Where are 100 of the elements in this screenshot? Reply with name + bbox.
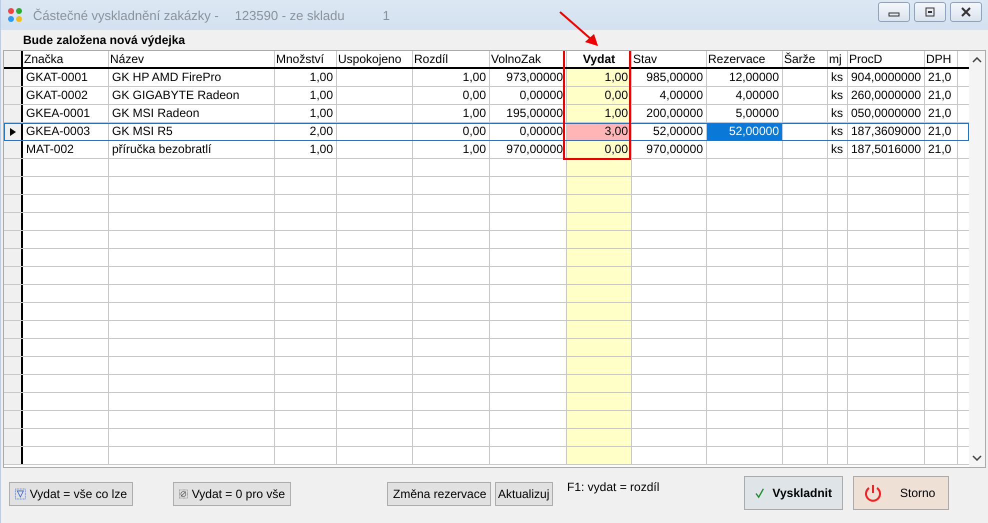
row-header[interactable] [4, 123, 23, 140]
table-cell: ks [828, 105, 848, 122]
table-cell: GK MSI R5 [109, 123, 275, 140]
order-count: 1 [382, 8, 390, 22]
table-cell: 1,00 [275, 105, 337, 122]
maximize-icon [924, 7, 936, 17]
column-header[interactable]: Uspokojeno [337, 51, 413, 67]
order-number: 123590 - ze skladu [234, 8, 345, 22]
table-cell: 52,00000 [707, 123, 783, 140]
table-cell: 21,0 [925, 87, 958, 104]
table-cell: ks [828, 69, 848, 86]
column-header[interactable]: Značka [23, 51, 109, 67]
filter-icon [15, 487, 26, 501]
empty-set-icon [179, 487, 188, 501]
table-cell: ks [828, 87, 848, 104]
table-cell: 260,0000000 [848, 87, 925, 104]
table-cell: 1,00 [567, 105, 632, 122]
row-header [4, 195, 23, 212]
change-reservation-button[interactable]: Změna rezervace [387, 482, 491, 506]
table-cell: 904,0000000 [848, 69, 925, 86]
table-cell: 21,0 [925, 123, 958, 140]
table-cell: 4,00000 [707, 87, 783, 104]
table-cell: 0,00 [413, 87, 490, 104]
table-cell: 1,00 [413, 105, 490, 122]
row-header [4, 231, 23, 248]
row-header [4, 357, 23, 374]
window-title: Částečné vyskladnění zakázky - [33, 8, 219, 22]
table-cell: 4,00000 [632, 87, 707, 104]
maximize-button[interactable] [914, 2, 946, 22]
column-header[interactable]: Název [109, 51, 275, 67]
scrollbar[interactable] [969, 51, 985, 467]
column-header[interactable]: mj [828, 51, 848, 67]
table-cell: 21,0 [925, 141, 958, 158]
issue-zero-button[interactable]: Vydat = 0 pro vše [173, 482, 291, 506]
column-header[interactable]: Množství [275, 51, 337, 67]
row-header [4, 213, 23, 230]
column-header[interactable]: Rozdíl [413, 51, 490, 67]
column-header[interactable]: ProcD [848, 51, 925, 67]
row-header [4, 393, 23, 410]
cancel-button[interactable]: Storno [853, 476, 949, 510]
column-header[interactable]: Stav [632, 51, 707, 67]
info-heading: Bude založena nová výdejka [22, 32, 186, 49]
column-header[interactable]: Rezervace [707, 51, 783, 67]
row-header [4, 303, 23, 320]
table-cell: ks [828, 141, 848, 158]
table-cell: 1,00 [413, 69, 490, 86]
shortcut-hint: F1: vydat = rozdíl [567, 480, 660, 494]
row-header[interactable] [4, 69, 23, 86]
table-cell: 0,00 [567, 141, 632, 158]
table-cell: GK GIGABYTE Radeon [109, 87, 275, 104]
table-cell: 985,00000 [632, 69, 707, 86]
close-icon [960, 7, 972, 17]
row-header [4, 267, 23, 284]
table-cell: 1,00 [567, 69, 632, 86]
refresh-button[interactable]: Aktualizuj [495, 482, 553, 506]
row-header [4, 159, 23, 176]
issue-all-button[interactable]: Vydat = vše co lze [9, 482, 133, 506]
table-cell: 970,00000 [632, 141, 707, 158]
table-cell: GKAT-0002 [23, 87, 109, 104]
table-cell: GK HP AMD FirePro [109, 69, 275, 86]
table-cell: GKEA-0003 [23, 123, 109, 140]
table-cell: 050,0000000 [848, 105, 925, 122]
close-button[interactable] [950, 2, 982, 22]
scroll-up-icon[interactable] [972, 57, 982, 63]
minimize-button[interactable] [878, 2, 910, 22]
table-cell: GK MSI Radeon [109, 105, 275, 122]
row-header [4, 249, 23, 266]
app-icon [7, 7, 23, 23]
table-cell: MAT-002 [23, 141, 109, 158]
scroll-down-icon[interactable] [972, 455, 982, 461]
table-cell: 3,00 [567, 123, 632, 140]
table-cell: příručka bezobratlí [109, 141, 275, 158]
row-header [4, 339, 23, 356]
table-cell: 200,00000 [632, 105, 707, 122]
table-cell: 21,0 [925, 69, 958, 86]
row-header [4, 285, 23, 302]
table-cell: 2,00 [275, 123, 337, 140]
table-cell: 21,0 [925, 105, 958, 122]
table-cell: 0,00 [413, 123, 490, 140]
row-header [4, 375, 23, 392]
row-header [4, 177, 23, 194]
column-header[interactable]: DPH [925, 51, 958, 67]
table-cell: 187,5016000 [848, 141, 925, 158]
confirm-button[interactable]: Vyskladnit [744, 476, 843, 510]
row-header[interactable] [4, 105, 23, 122]
table-cell: 1,00 [275, 87, 337, 104]
table-cell: 1,00 [275, 141, 337, 158]
row-header[interactable] [4, 87, 23, 104]
power-icon [864, 484, 882, 502]
row-header [4, 411, 23, 428]
column-header[interactable]: Šarže [783, 51, 828, 67]
table-cell: 0,00 [567, 87, 632, 104]
row-header [4, 321, 23, 338]
table-cell: 1,00 [275, 69, 337, 86]
row-header [4, 447, 23, 464]
row-header[interactable] [4, 141, 23, 158]
table-cell: GKEA-0001 [23, 105, 109, 122]
table-cell: 5,00000 [707, 105, 783, 122]
table-cell: ks [828, 123, 848, 140]
table-cell: 1,00 [413, 141, 490, 158]
